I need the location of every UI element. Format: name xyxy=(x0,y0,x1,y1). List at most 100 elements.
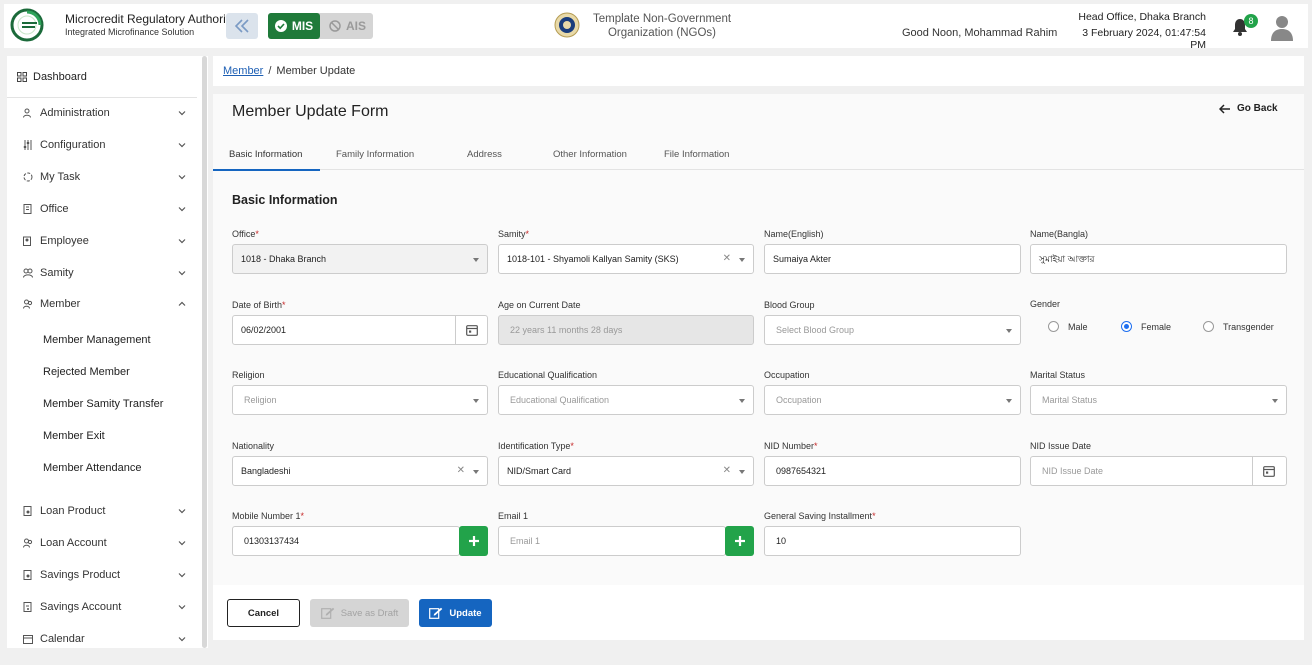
gender-transgender-radio[interactable]: Transgender xyxy=(1203,321,1274,332)
nid-issue-date-input[interactable]: NID Issue Date xyxy=(1030,456,1287,486)
gender-radio-group: Male Female Transgender xyxy=(1048,321,1303,335)
caret-down-icon xyxy=(739,258,745,262)
education-placeholder: Educational Qualification xyxy=(510,395,610,405)
sidebar-subitem-member-management[interactable]: Member Management xyxy=(43,334,151,346)
dob-calendar-button[interactable] xyxy=(455,315,488,345)
sidebar-item-samity[interactable]: Samity xyxy=(7,259,197,287)
users-gear-icon xyxy=(23,108,31,118)
tab-other-information[interactable]: Other Information xyxy=(553,149,627,160)
sidebar-item-administration[interactable]: Administration xyxy=(7,99,197,127)
samity-icon xyxy=(23,268,33,278)
sidebar-item-member[interactable]: Member xyxy=(7,290,197,318)
sidebar-item-label: Samity xyxy=(40,267,74,279)
add-email-button[interactable] xyxy=(725,526,754,556)
age-field: 22 years 11 months 28 days xyxy=(498,315,754,345)
caret-down-icon xyxy=(739,399,745,403)
caret-down-icon xyxy=(1006,399,1012,403)
samity-select[interactable]: 1018-101 - Shyamoli Kallyan Samity (SKS)… xyxy=(498,244,754,274)
name-bangla-input[interactable]: সুমাইয়া আক্তার xyxy=(1030,244,1287,274)
sidebar-item-label: Administration xyxy=(40,107,110,119)
gender-male-radio[interactable]: Male xyxy=(1048,321,1088,332)
nationality-value: Bangladeshi xyxy=(241,466,291,476)
marital-status-select[interactable]: Marital Status xyxy=(1030,385,1287,415)
mis-label: MIS xyxy=(291,19,314,33)
nid-number-label: NID Number* xyxy=(764,441,818,451)
mobile-input[interactable]: 01303137434 xyxy=(232,526,460,556)
sidebar-item-my-task[interactable]: My Task xyxy=(7,163,197,191)
breadcrumb-current: Member Update xyxy=(276,65,356,77)
chevron-down-icon xyxy=(178,111,186,116)
sidebar-item-employee[interactable]: Employee xyxy=(7,227,197,255)
nid-issue-calendar-button[interactable] xyxy=(1252,456,1285,486)
religion-placeholder: Religion xyxy=(244,395,277,405)
sidebar-collapse-button[interactable] xyxy=(226,13,258,39)
mis-module-button[interactable]: MIS xyxy=(268,13,320,39)
religion-select[interactable]: Religion xyxy=(232,385,488,415)
go-back-button[interactable]: Go Back xyxy=(1219,103,1278,114)
clear-icon[interactable]: ✕ xyxy=(457,465,465,476)
sidebar-item-calendar[interactable]: Calendar xyxy=(7,625,197,653)
edit-icon xyxy=(429,607,443,619)
sidebar-item-loan-account[interactable]: Loan Account xyxy=(7,529,197,557)
saving-installment-value: 10 xyxy=(776,536,787,546)
nid-number-input[interactable]: 0987654321 xyxy=(764,456,1021,486)
sidebar-item-savings-product[interactable]: Savings Product xyxy=(7,561,197,589)
sidebar: Dashboard Administration Configuration M… xyxy=(7,56,208,648)
sidebar-subitem-member-samity-transfer[interactable]: Member Samity Transfer xyxy=(43,398,163,410)
blood-group-label: Blood Group xyxy=(764,300,815,310)
dob-label: Date of Birth* xyxy=(232,300,286,310)
chevron-up-icon xyxy=(178,301,186,306)
gender-female-radio[interactable]: Female xyxy=(1121,321,1171,332)
savings-account-icon xyxy=(23,602,32,612)
sidebar-scrollbar[interactable] xyxy=(202,56,207,648)
name-english-input[interactable]: Sumaiya Akter xyxy=(764,244,1021,274)
clear-icon[interactable]: ✕ xyxy=(723,253,731,264)
add-mobile-button[interactable] xyxy=(459,526,488,556)
tab-file-information[interactable]: File Information xyxy=(664,149,729,160)
sidebar-subitem-member-attendance[interactable]: Member Attendance xyxy=(43,462,141,474)
email-input[interactable]: Email 1 xyxy=(498,526,726,556)
double-chevron-left-icon xyxy=(234,19,249,33)
user-avatar-icon[interactable] xyxy=(1270,14,1294,42)
breadcrumb-member-link[interactable]: Member xyxy=(223,65,263,77)
sidebar-item-savings-account[interactable]: Savings Account xyxy=(7,593,197,621)
sidebar-item-loan-product[interactable]: Loan Product xyxy=(7,497,197,525)
organization-name: Template Non-Government Organization (NG… xyxy=(592,13,732,39)
sidebar-item-label: Savings Account xyxy=(40,601,122,613)
tab-address[interactable]: Address xyxy=(467,149,502,160)
sidebar-item-dashboard[interactable]: Dashboard xyxy=(7,56,197,98)
cancel-button[interactable]: Cancel xyxy=(227,599,300,627)
branch-name: Head Office, Dhaka Branch xyxy=(1078,11,1206,23)
employee-icon xyxy=(23,236,31,246)
nationality-select[interactable]: Bangladeshi ✕ xyxy=(232,456,488,486)
caret-down-icon xyxy=(473,399,479,403)
caret-down-icon xyxy=(1272,399,1278,403)
id-type-select[interactable]: NID/Smart Card ✕ xyxy=(498,456,754,486)
update-button[interactable]: Update xyxy=(419,599,492,627)
savings-product-icon xyxy=(23,570,32,580)
sidebar-item-label: Loan Account xyxy=(40,537,107,549)
sidebar-item-configuration[interactable]: Configuration xyxy=(7,131,197,159)
section-title: Basic Information xyxy=(232,193,338,207)
occupation-select[interactable]: Occupation xyxy=(764,385,1021,415)
blood-group-select[interactable]: Select Blood Group xyxy=(764,315,1021,345)
gender-female-label: Female xyxy=(1141,321,1172,332)
sidebar-subitem-member-exit[interactable]: Member Exit xyxy=(43,430,105,442)
ais-module-button[interactable]: AIS xyxy=(322,13,373,39)
id-type-value: NID/Smart Card xyxy=(507,466,572,476)
saving-installment-input[interactable]: 10 xyxy=(764,526,1021,556)
marital-status-label: Marital Status xyxy=(1030,370,1086,380)
education-select[interactable]: Educational Qualification xyxy=(498,385,754,415)
brand-subtitle: Integrated Microfinance Solution xyxy=(65,27,195,37)
tab-family-information[interactable]: Family Information xyxy=(336,149,414,160)
top-header: Microcredit Regulatory Authority Integra… xyxy=(4,4,1308,51)
clear-icon[interactable]: ✕ xyxy=(723,465,731,476)
dob-input[interactable]: 06/02/2001 xyxy=(232,315,488,345)
sidebar-subitem-rejected-member[interactable]: Rejected Member xyxy=(43,366,130,378)
cancel-label: Cancel xyxy=(247,607,280,619)
save-draft-button[interactable]: Save as Draft xyxy=(310,599,409,627)
tab-basic-information[interactable]: Basic Information xyxy=(229,149,302,160)
nid-issue-date-label: NID Issue Date xyxy=(1030,441,1092,451)
office-select[interactable]: 1018 - Dhaka Branch xyxy=(232,244,488,274)
sidebar-item-office[interactable]: Office xyxy=(7,195,197,223)
